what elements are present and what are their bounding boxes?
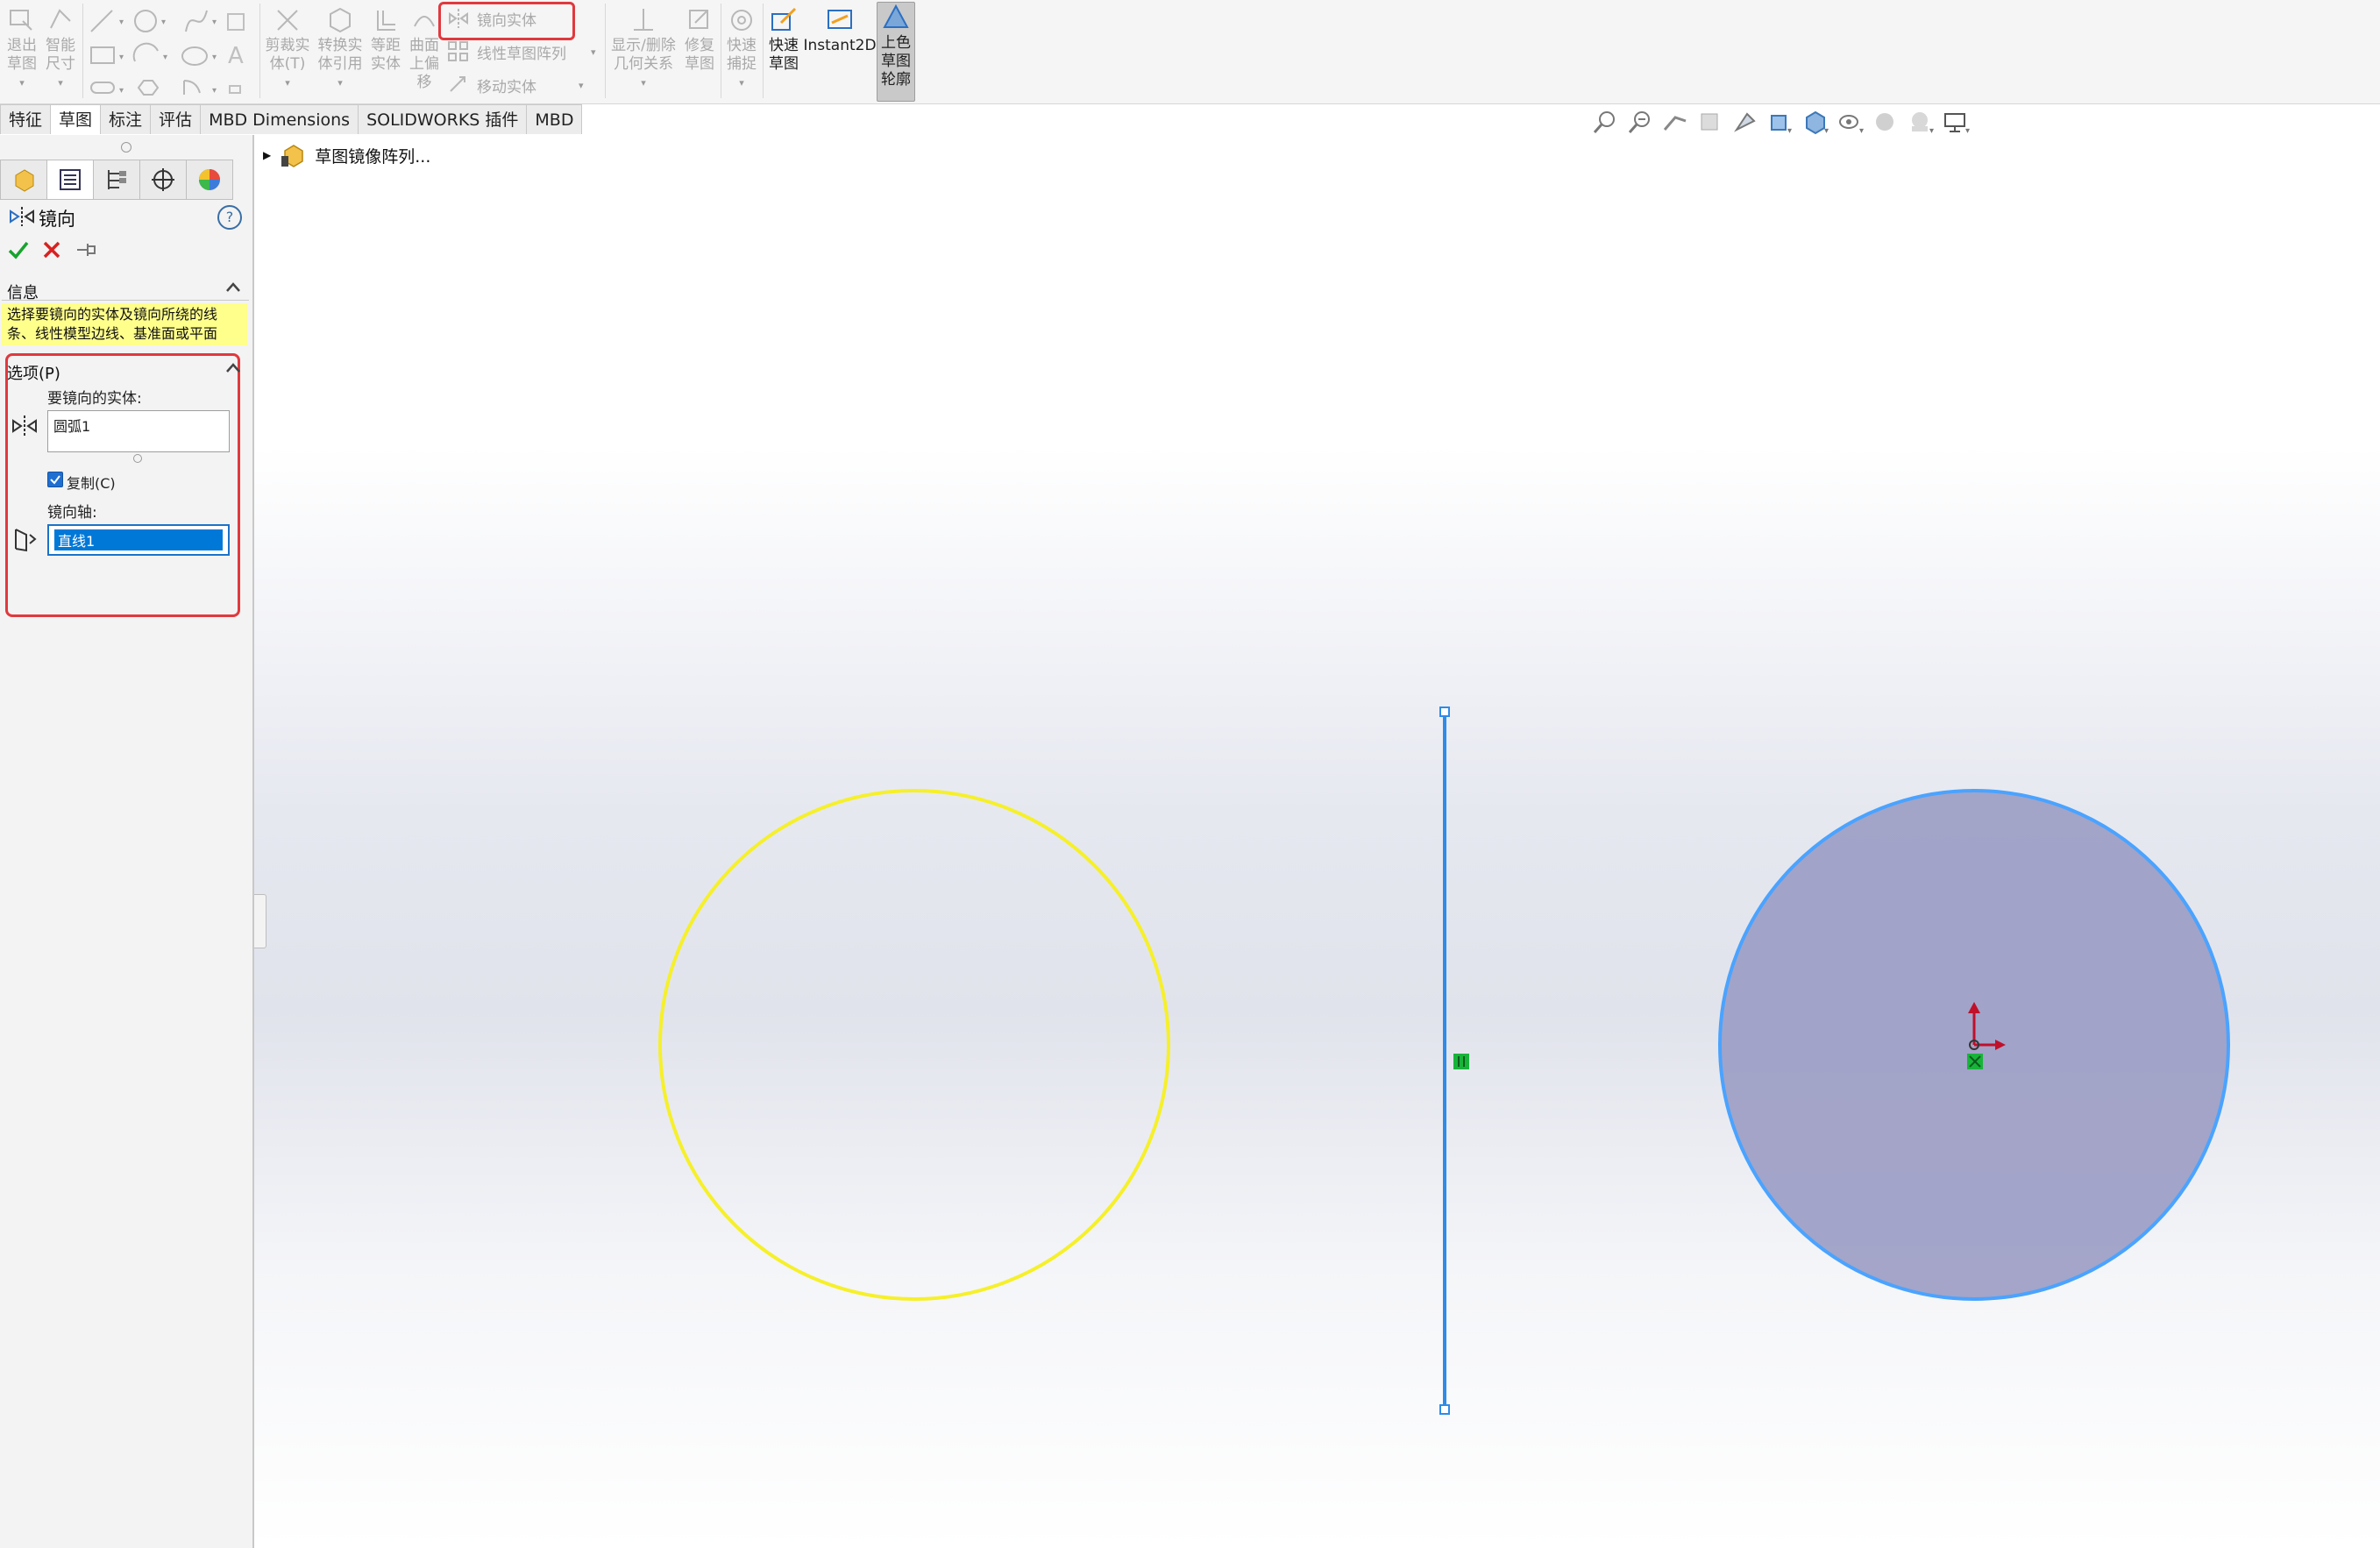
manager-tabs — [0, 160, 252, 202]
copy-checkbox[interactable] — [47, 472, 63, 487]
mirror-about-field[interactable]: 直线1 — [47, 524, 230, 556]
cancel-x-icon[interactable] — [42, 240, 61, 259]
tab-property-manager[interactable] — [46, 160, 94, 200]
collapse-chevron-icon[interactable] — [224, 280, 242, 295]
options-section-header: 选项(P) — [7, 365, 60, 383]
selected-arc-circle[interactable] — [658, 789, 1170, 1301]
mirror-about-value[interactable]: 直线1 — [54, 529, 223, 550]
copy-checkbox-label[interactable]: 复制(C) — [67, 472, 116, 493]
display-manager-icon — [199, 169, 220, 190]
tab-feature-manager[interactable] — [0, 160, 47, 200]
panel-grip-icon[interactable] — [121, 142, 131, 153]
property-manager-panel — [0, 135, 254, 1548]
entities-to-mirror-value[interactable]: 圆弧1 — [53, 418, 90, 435]
property-manager-icon — [60, 169, 81, 190]
options-collapse-chevron-icon[interactable] — [224, 361, 242, 375]
line-endpoint-bottom[interactable] — [1439, 1404, 1450, 1415]
checkbox-check-icon — [50, 475, 60, 485]
line-endpoint-top[interactable] — [1439, 707, 1450, 717]
info-message: 选择要镜向的实体及镜向所绕的线条、线性模型边线、基准面或平面 — [2, 303, 247, 345]
mirror-feature-icon — [10, 207, 34, 226]
sketch-geometry — [658, 707, 2230, 1415]
mirror-about-icon — [15, 529, 37, 552]
tab-configuration-manager[interactable] — [93, 160, 140, 200]
section-divider — [2, 300, 249, 301]
entities-to-mirror-field[interactable]: 圆弧1 — [47, 410, 230, 452]
vertical-relation-icon[interactable] — [1453, 1054, 1469, 1069]
tab-dimxpert-manager[interactable] — [139, 160, 187, 200]
panel-title: 镜向 — [39, 209, 75, 230]
configuration-manager-icon — [108, 170, 126, 189]
pin-icon[interactable] — [75, 240, 98, 259]
help-button[interactable]: ? — [217, 205, 242, 230]
feature-manager-icon — [15, 169, 34, 192]
dimxpert-icon — [152, 168, 174, 191]
entities-to-mirror-icon — [12, 415, 37, 437]
tab-display-manager[interactable] — [186, 160, 233, 200]
list-resize-handle[interactable] — [133, 454, 142, 463]
mirror-about-label: 镜向轴: — [47, 504, 97, 522]
entities-to-mirror-label: 要镜向的实体: — [47, 390, 142, 408]
ok-check-icon[interactable] — [7, 238, 30, 261]
